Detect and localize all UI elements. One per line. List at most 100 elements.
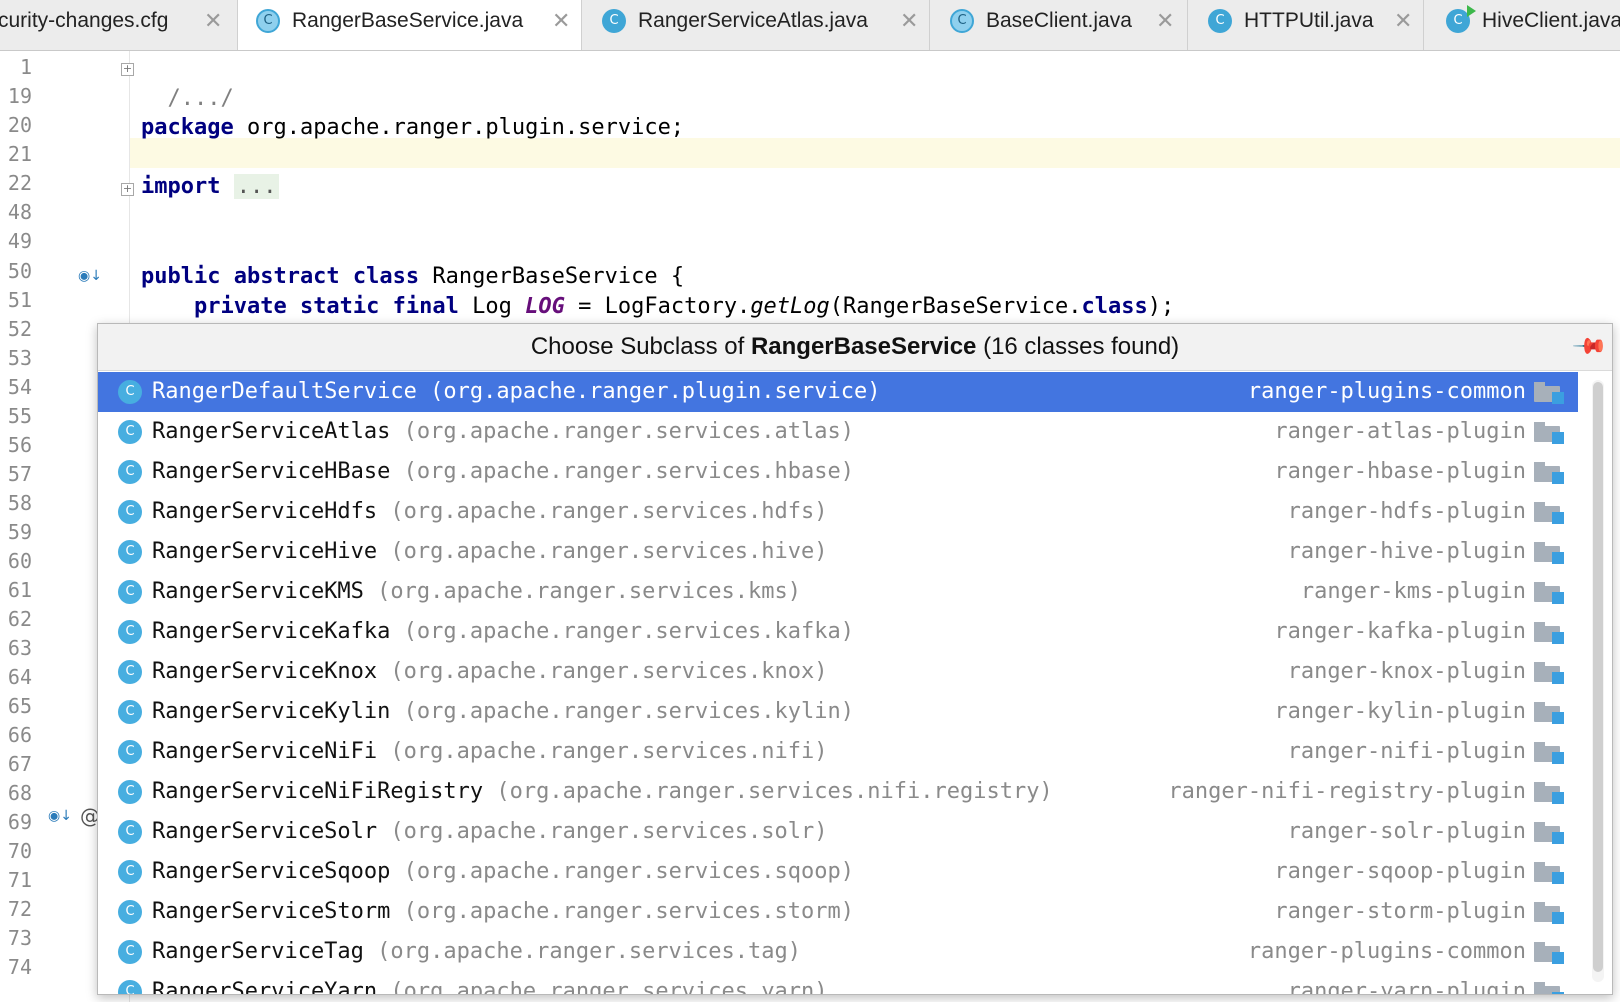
line-number: 65 — [7, 694, 32, 718]
tab-security-changes-cfg[interactable]: curity-changes.cfg ✕ — [0, 0, 238, 50]
subclass-name: RangerServiceYarn (org.apache.ranger.ser… — [152, 972, 828, 994]
subclass-list-item[interactable]: C RangerServiceKylin (org.apache.ranger.s… — [98, 692, 1578, 732]
class-name: RangerServiceHive — [152, 539, 378, 564]
tab-rangerserviceatlas-java[interactable]: C RangerServiceAtlas.java ✕ — [582, 0, 930, 50]
package-name: (org.apache.ranger.services.hive) — [377, 539, 828, 564]
module-name: ranger-sqoop-plugin — [1274, 859, 1526, 884]
subclass-list-item[interactable]: C RangerServiceHive (org.apache.ranger.se… — [98, 532, 1578, 572]
subclass-list-item[interactable]: C RangerServiceKnox (org.apache.ranger.se… — [98, 652, 1578, 692]
package-name: (org.apache.ranger.services.kafka) — [390, 619, 855, 644]
subclass-list-item[interactable]: C RangerServiceSqoop (org.apache.ranger.s… — [98, 852, 1578, 892]
method-name: getLog — [750, 294, 830, 319]
subclass-list-item[interactable]: C RangerServiceNiFi (org.apache.ranger.se… — [98, 732, 1578, 772]
code-line-22[interactable]: import ... — [141, 172, 280, 202]
module-folder-icon — [1534, 662, 1564, 684]
class-declaration: RangerBaseService { — [419, 264, 685, 289]
class-icon: C — [118, 980, 142, 994]
fold-expand-icon[interactable]: + — [121, 183, 134, 196]
line-number: 61 — [7, 578, 32, 602]
line-number: 56 — [7, 433, 32, 457]
subclass-name: RangerServiceTag (org.apache.ranger.serv… — [152, 932, 801, 972]
tab-httputil-java[interactable]: C HTTPUtil.java ✕ — [1188, 0, 1424, 50]
code-line-1[interactable]: /.../ — [141, 54, 234, 111]
subclass-list-item[interactable]: C RangerServiceKMS (org.apache.ranger.ser… — [98, 572, 1578, 612]
subclass-list-item[interactable]: C RangerServiceStorm (org.apache.ranger.s… — [98, 892, 1578, 932]
code-line-20[interactable]: package org.apache.ranger.plugin.service… — [141, 113, 684, 143]
subclass-list-item[interactable]: C RangerServiceHBase (org.apache.ranger.s… — [98, 452, 1578, 492]
subclass-name: RangerServiceStorm (org.apache.ranger.se… — [152, 892, 854, 932]
class-icon: C — [118, 820, 142, 844]
tab-label: RangerServiceAtlas.java — [638, 9, 868, 32]
subclass-list-item[interactable]: C RangerServiceTag (org.apache.ranger.ser… — [98, 932, 1578, 972]
line-number: 21 — [7, 142, 32, 166]
popup-title-class: RangerBaseService — [750, 333, 977, 360]
tab-rangerbaseservice-java[interactable]: C RangerBaseService.java ✕ — [238, 0, 582, 50]
line-number: 73 — [7, 926, 32, 950]
subclass-list[interactable]: C RangerDefaultService (org.apache.ranger… — [98, 372, 1578, 994]
implemented-by-icon[interactable]: ◉↓ — [78, 268, 102, 284]
close-icon[interactable]: ✕ — [1394, 0, 1412, 42]
line-number: 54 — [7, 375, 32, 399]
line-number: 22 — [7, 171, 32, 195]
class-icon: C — [602, 9, 626, 33]
code-line-50[interactable]: public abstract class RangerBaseService … — [141, 262, 684, 292]
subclass-name: RangerServiceSqoop (org.apache.ranger.se… — [152, 852, 854, 892]
line-number: 49 — [7, 229, 32, 253]
class-name: RangerServiceNiFi — [152, 739, 378, 764]
module-name: ranger-hdfs-plugin — [1287, 499, 1526, 524]
line-number: 64 — [7, 665, 32, 689]
subclass-list-item[interactable]: C RangerServiceYarn (org.apache.ranger.se… — [98, 972, 1578, 994]
tab-baseclient-java[interactable]: C BaseClient.java ✕ — [930, 0, 1188, 50]
module-name: ranger-solr-plugin — [1287, 819, 1526, 844]
class-name: RangerServiceSqoop — [152, 859, 391, 884]
line-number: 55 — [7, 404, 32, 428]
subclass-list-item[interactable]: C RangerServiceNiFiRegistry (org.apache.r… — [98, 772, 1578, 812]
class-icon: C — [118, 660, 142, 684]
folded-header-comment[interactable]: /.../ — [168, 86, 234, 111]
module-folder-icon — [1534, 462, 1564, 484]
subclass-list-item[interactable]: C RangerServiceSolr (org.apache.ranger.se… — [98, 812, 1578, 852]
subclass-name: RangerServiceAtlas (org.apache.ranger.se… — [152, 412, 854, 452]
line-number: 66 — [7, 723, 32, 747]
scrollbar-thumb[interactable] — [1593, 382, 1603, 972]
class-name: RangerServiceYarn — [152, 979, 378, 994]
module-folder-icon — [1534, 982, 1564, 994]
close-icon[interactable]: ✕ — [552, 0, 570, 42]
module-name: ranger-nifi-plugin — [1287, 739, 1526, 764]
editor-tab-bar: curity-changes.cfg ✕ C RangerBaseService… — [0, 0, 1620, 51]
line-number: 19 — [7, 84, 32, 108]
close-icon[interactable]: ✕ — [1156, 0, 1174, 42]
fold-expand-icon[interactable]: + — [121, 63, 134, 76]
popup-scrollbar[interactable] — [1592, 380, 1604, 982]
tab-hiveclient-java[interactable]: C HiveClient.java — [1424, 0, 1620, 50]
package-name: org.apache.ranger.plugin.service; — [233, 115, 685, 140]
package-name: (org.apache.ranger.services.hbase) — [390, 459, 855, 484]
folded-imports[interactable]: ... — [233, 174, 280, 199]
package-name: (org.apache.ranger.services.tag) — [363, 939, 802, 964]
close-icon[interactable]: ✕ — [204, 0, 222, 42]
subclass-list-item[interactable]: C RangerServiceHdfs (org.apache.ranger.se… — [98, 492, 1578, 532]
class-name: RangerServiceAtlas — [152, 419, 391, 444]
line-number: 70 — [7, 839, 32, 863]
code-text: (RangerBaseService. — [829, 294, 1082, 319]
implemented-by-icon[interactable]: ◉↓ — [48, 808, 72, 824]
class-icon: C — [118, 700, 142, 724]
keyword: public abstract class — [141, 264, 420, 289]
class-name: RangerServiceKnox — [152, 659, 378, 684]
close-icon[interactable]: ✕ — [900, 0, 918, 42]
subclass-list-item[interactable]: C RangerDefaultService (org.apache.ranger… — [98, 372, 1578, 412]
class-name: RangerServiceSolr — [152, 819, 378, 844]
class-icon: C — [118, 500, 142, 524]
subclass-list-item[interactable]: C RangerServiceKafka (org.apache.ranger.s… — [98, 612, 1578, 652]
module-folder-icon — [1534, 422, 1564, 444]
package-name: (org.apache.ranger.services.sqoop) — [390, 859, 855, 884]
package-name: (org.apache.ranger.services.storm) — [390, 899, 855, 924]
class-name: RangerServiceStorm — [152, 899, 391, 924]
subclass-list-item[interactable]: C RangerServiceAtlas (org.apache.ranger.s… — [98, 412, 1578, 452]
subclass-name: RangerServiceKMS (org.apache.ranger.serv… — [152, 572, 801, 612]
code-line-51[interactable]: private static final Log LOG = LogFactor… — [141, 292, 1174, 322]
module-folder-icon — [1534, 742, 1564, 764]
module-folder-icon — [1534, 382, 1564, 404]
abstract-class-icon: C — [256, 9, 280, 33]
line-number: 74 — [7, 955, 32, 979]
